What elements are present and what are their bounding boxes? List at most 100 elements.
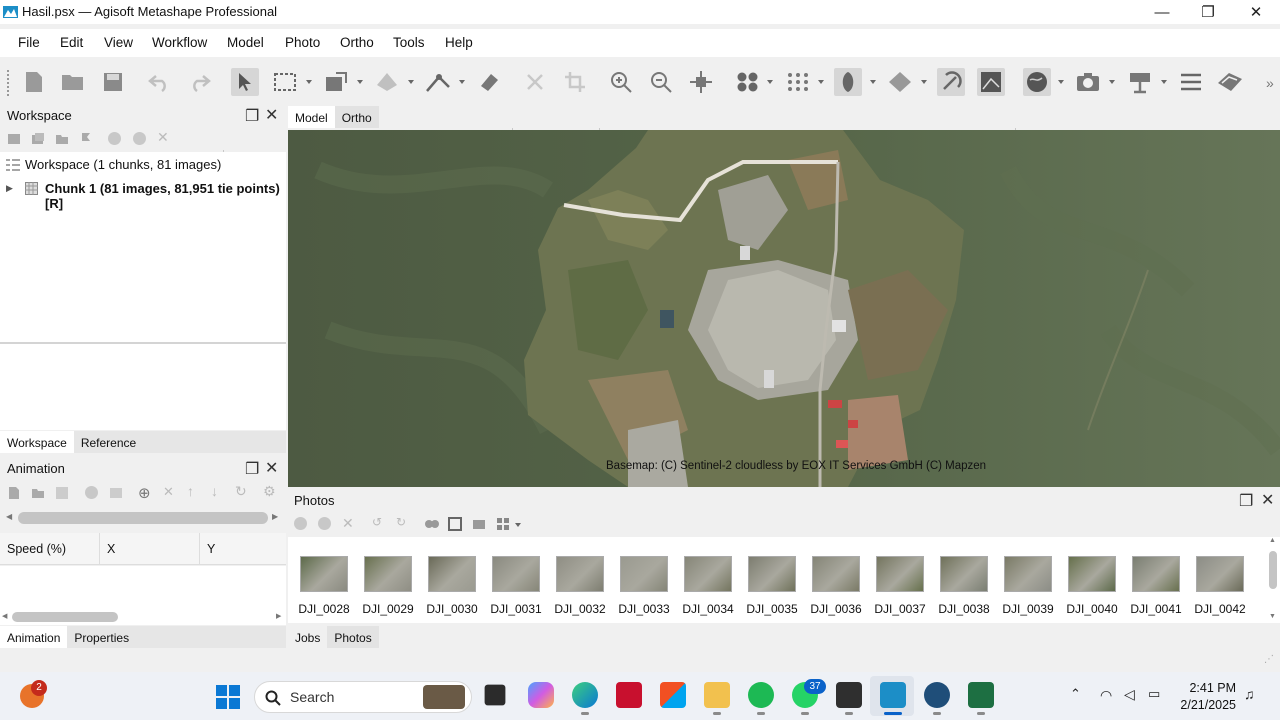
column-speed[interactable]: Speed (%): [7, 542, 66, 556]
photo-thumbnail[interactable]: [1196, 556, 1244, 592]
rotate-object-icon[interactable]: [373, 68, 401, 96]
photo-thumbnail[interactable]: [1004, 556, 1052, 592]
chevron-down-icon[interactable]: [357, 80, 363, 84]
chevron-down-icon[interactable]: [459, 80, 465, 84]
remove-photo-icon[interactable]: ✕: [342, 515, 354, 532]
move-down-icon[interactable]: ↓: [211, 483, 218, 499]
photo-thumbnail[interactable]: [620, 556, 668, 592]
record-icon[interactable]: [85, 486, 98, 499]
reset-view-icon[interactable]: [687, 68, 715, 96]
photo-label[interactable]: DJI_0035: [740, 602, 804, 616]
tab-jobs[interactable]: Jobs: [288, 626, 327, 648]
add-marker-icon[interactable]: [79, 132, 93, 146]
tab-animation[interactable]: Animation: [0, 626, 68, 648]
edge-browser-icon[interactable]: [572, 682, 598, 708]
scroll-down-icon[interactable]: ▼: [1269, 613, 1276, 620]
microsoft-store-icon[interactable]: [660, 682, 686, 708]
photo-label[interactable]: DJI_0041: [1124, 602, 1188, 616]
chevron-down-icon[interactable]: [818, 80, 824, 84]
mask-icon[interactable]: [424, 517, 440, 531]
close-panel-icon[interactable]: ✕: [1261, 490, 1274, 510]
disable-item-icon[interactable]: [133, 132, 146, 145]
remove-item-icon[interactable]: ✕: [157, 129, 169, 146]
add-folder-icon[interactable]: [55, 132, 69, 146]
photo-thumbnail[interactable]: [492, 556, 540, 592]
zoom-in-icon[interactable]: [607, 68, 635, 96]
tab-photos[interactable]: Photos: [327, 626, 379, 648]
menu-photo[interactable]: Photo: [285, 35, 320, 50]
photo-label[interactable]: DJI_0040: [1060, 602, 1124, 616]
redo-icon[interactable]: [186, 68, 214, 96]
animation-timeline-scrollbar[interactable]: ◀ ▶: [0, 508, 286, 528]
photo-thumbnail[interactable]: [1068, 556, 1116, 592]
camera-capture-icon[interactable]: [1074, 68, 1102, 96]
tab-properties[interactable]: Properties: [67, 626, 136, 648]
scroll-right-icon[interactable]: ▶: [276, 612, 281, 620]
tab-model[interactable]: Model: [288, 106, 335, 128]
add-chunk-icon[interactable]: [7, 132, 21, 146]
file-explorer-icon[interactable]: [704, 682, 730, 708]
tab-workspace[interactable]: Workspace: [0, 431, 74, 453]
volume-icon[interactable]: ◁: [1124, 686, 1135, 703]
remove-keyframe-icon[interactable]: ✕: [163, 484, 174, 500]
minimize-button[interactable]: —: [1139, 0, 1185, 24]
scroll-right-icon[interactable]: ▶: [272, 512, 278, 521]
photo-label[interactable]: DJI_0034: [676, 602, 740, 616]
photo-thumbnail[interactable]: [876, 556, 924, 592]
chevron-down-icon[interactable]: [870, 80, 876, 84]
task-view-icon[interactable]: [484, 684, 506, 706]
zoom-out-icon[interactable]: [647, 68, 675, 96]
photo-label[interactable]: DJI_0033: [612, 602, 676, 616]
menu-tools[interactable]: Tools: [393, 35, 425, 50]
chunk-item[interactable]: Chunk 1 (81 images, 81,951 tie points) […: [45, 181, 286, 211]
photo-label[interactable]: DJI_0032: [548, 602, 612, 616]
scroll-up-icon[interactable]: ▲: [1269, 537, 1276, 544]
point-cloud-icon[interactable]: [784, 68, 812, 96]
capture-video-icon[interactable]: [109, 486, 123, 500]
view-mode-icon[interactable]: [496, 517, 510, 531]
save-icon[interactable]: [99, 68, 127, 96]
photo-thumbnail[interactable]: [684, 556, 732, 592]
show-orthomosaic-icon[interactable]: [977, 68, 1005, 96]
photo-label[interactable]: DJI_0038: [932, 602, 996, 616]
terminal-icon[interactable]: [836, 682, 862, 708]
scroll-left-icon[interactable]: ◀: [2, 612, 7, 620]
clock-date[interactable]: 2/21/2025: [1180, 698, 1236, 712]
model-viewport[interactable]: Basemap: (C) Sentinel-2 cloudless by EOX…: [288, 130, 1280, 487]
menu-file[interactable]: File: [18, 35, 40, 50]
photo-label[interactable]: DJI_0028: [292, 602, 356, 616]
close-panel-icon[interactable]: ✕: [265, 458, 278, 478]
photo-thumbnail[interactable]: [812, 556, 860, 592]
resize-grip-icon[interactable]: ⋰: [1264, 654, 1274, 665]
menu-ortho[interactable]: Ortho: [340, 35, 374, 50]
chevron-down-icon[interactable]: [1161, 80, 1167, 84]
search-app-icon[interactable]: [924, 682, 950, 708]
spotify-icon[interactable]: [748, 682, 774, 708]
photo-label[interactable]: DJI_0037: [868, 602, 932, 616]
chevron-down-icon[interactable]: [921, 80, 927, 84]
photo-label[interactable]: DJI_0031: [484, 602, 548, 616]
rectangle-selection-icon[interactable]: [271, 68, 299, 96]
photo-label[interactable]: DJI_0039: [996, 602, 1060, 616]
enable-photo-icon[interactable]: [294, 517, 307, 530]
animation-horizontal-scrollbar[interactable]: ◀ ▶: [0, 609, 286, 625]
image-quality-icon[interactable]: [448, 517, 462, 531]
photo-label[interactable]: DJI_0036: [804, 602, 868, 616]
move-up-icon[interactable]: ↑: [187, 483, 194, 499]
scroll-left-icon[interactable]: ◀: [6, 512, 12, 521]
shape-layer-icon[interactable]: [1216, 68, 1244, 96]
open-track-icon[interactable]: [31, 486, 45, 500]
scrollbar-thumb[interactable]: [12, 612, 118, 622]
disable-photo-icon[interactable]: [318, 517, 331, 530]
menu-model[interactable]: Model: [227, 35, 264, 50]
clock-time[interactable]: 2:41 PM: [1184, 681, 1236, 695]
tab-ortho[interactable]: Ortho: [334, 106, 379, 128]
photo-label[interactable]: DJI_0029: [356, 602, 420, 616]
chevron-down-icon[interactable]: [1109, 80, 1115, 84]
menu-edit[interactable]: Edit: [60, 35, 83, 50]
rotate-right-icon[interactable]: ↻: [396, 515, 406, 529]
column-x[interactable]: X: [107, 542, 115, 556]
photo-thumbnail[interactable]: [300, 556, 348, 592]
menu-workflow[interactable]: Workflow: [152, 35, 207, 50]
metashape-taskbar-icon[interactable]: [880, 682, 906, 708]
